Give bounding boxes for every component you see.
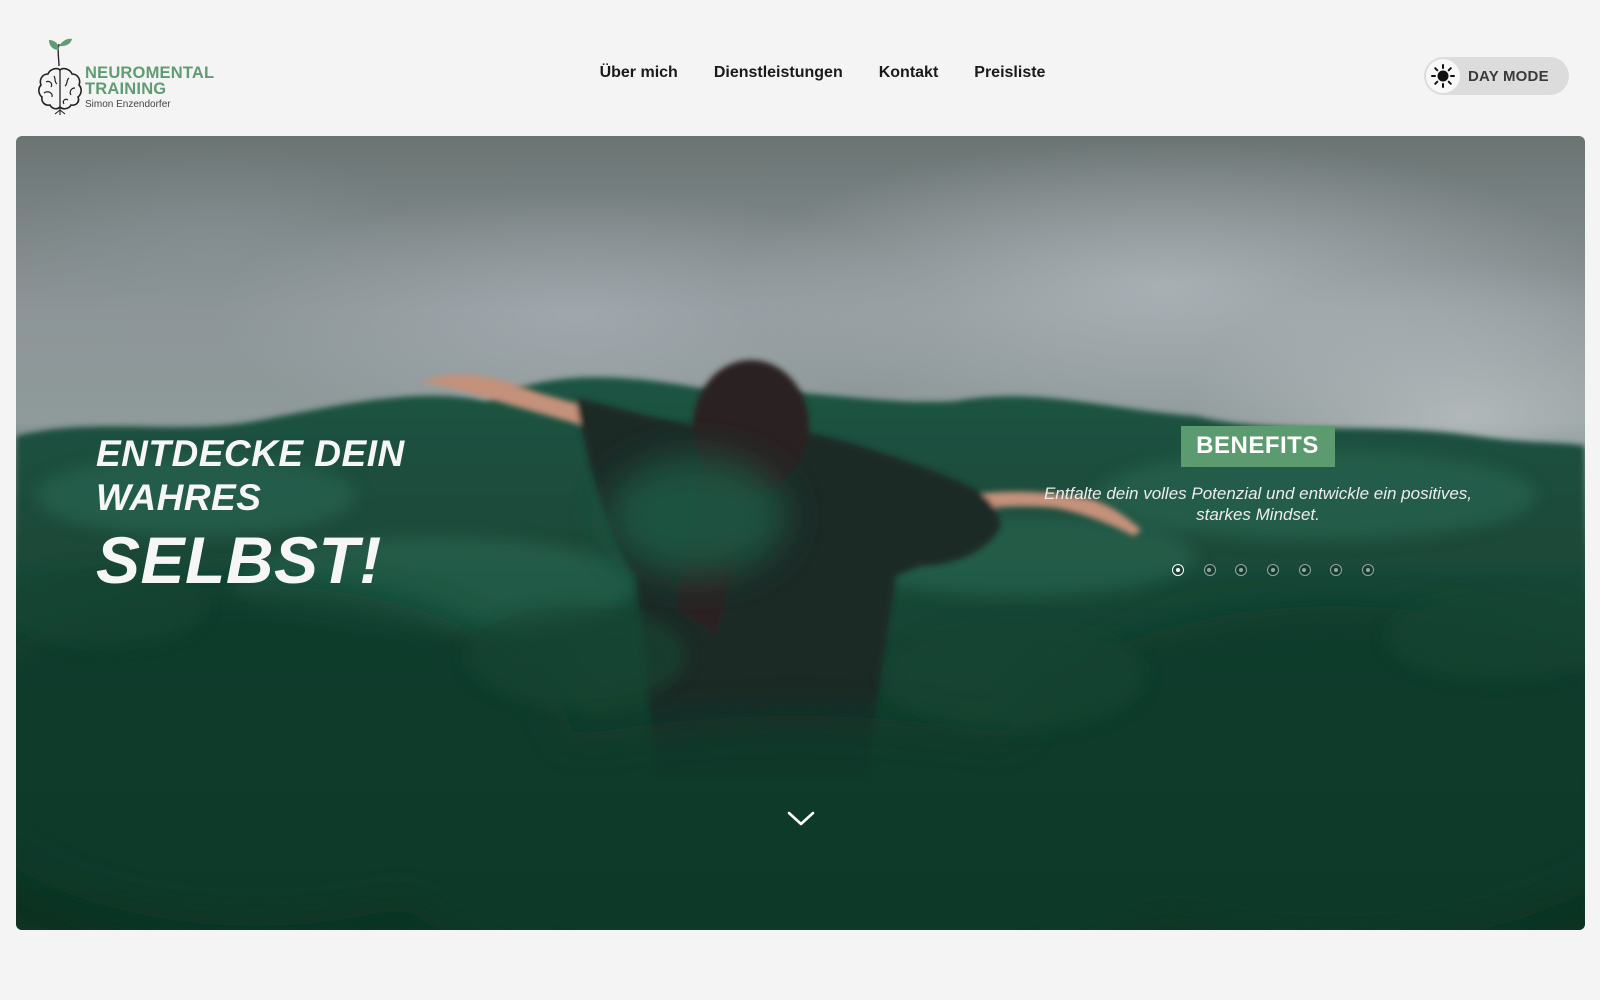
slider-dot-7[interactable] (1362, 564, 1375, 576)
benefit-description: Entfalte dein volles Potenzial und entwi… (1043, 484, 1473, 524)
hero-headline: ENTDECKE DEIN WAHRES SELBST! (96, 432, 405, 596)
headline-line-2: WAHRES (96, 477, 262, 518)
hero-banner: ENTDECKE DEIN WAHRES SELBST! BENEFITS En… (16, 136, 1585, 930)
headline-line-1: ENTDECKE DEIN (96, 433, 405, 474)
chevron-down-icon[interactable] (786, 808, 816, 828)
nav-link-ueber-mich[interactable]: Über mich (600, 64, 678, 82)
slider-dot-2[interactable] (1203, 564, 1216, 576)
slider-dot-5[interactable] (1298, 564, 1311, 576)
nav-link-preisliste[interactable]: Preisliste (974, 64, 1045, 82)
main-navigation: Über mich Dienstleistungen Kontakt Preis… (0, 64, 1600, 82)
headline-line-3: SELBST! (96, 523, 382, 597)
benefit-badge: BENEFITS (1181, 426, 1335, 467)
site-header: NEUROMENTAL TRAINING Simon Enzendorfer Ü… (0, 0, 1600, 136)
slider-pagination (1172, 564, 1394, 576)
slider-dot-4[interactable] (1267, 564, 1280, 576)
nav-link-dienstleistungen[interactable]: Dienstleistungen (714, 64, 843, 82)
slider-dot-3[interactable] (1235, 564, 1248, 576)
sun-icon (1431, 64, 1455, 88)
nav-link-kontakt[interactable]: Kontakt (879, 64, 939, 82)
slider-dot-6[interactable] (1330, 564, 1343, 576)
logo-subtitle: Simon Enzendorfer (85, 99, 171, 110)
slider-dot-1[interactable] (1172, 564, 1184, 576)
day-mode-toggle[interactable]: DAY MODE (1424, 57, 1569, 95)
benefit-slide: BENEFITS Entfalte dein volles Potenzial … (1036, 426, 1480, 525)
logo-title-line2: TRAINING (85, 80, 167, 98)
toggle-label: DAY MODE (1468, 67, 1549, 85)
toggle-knob (1426, 59, 1460, 93)
